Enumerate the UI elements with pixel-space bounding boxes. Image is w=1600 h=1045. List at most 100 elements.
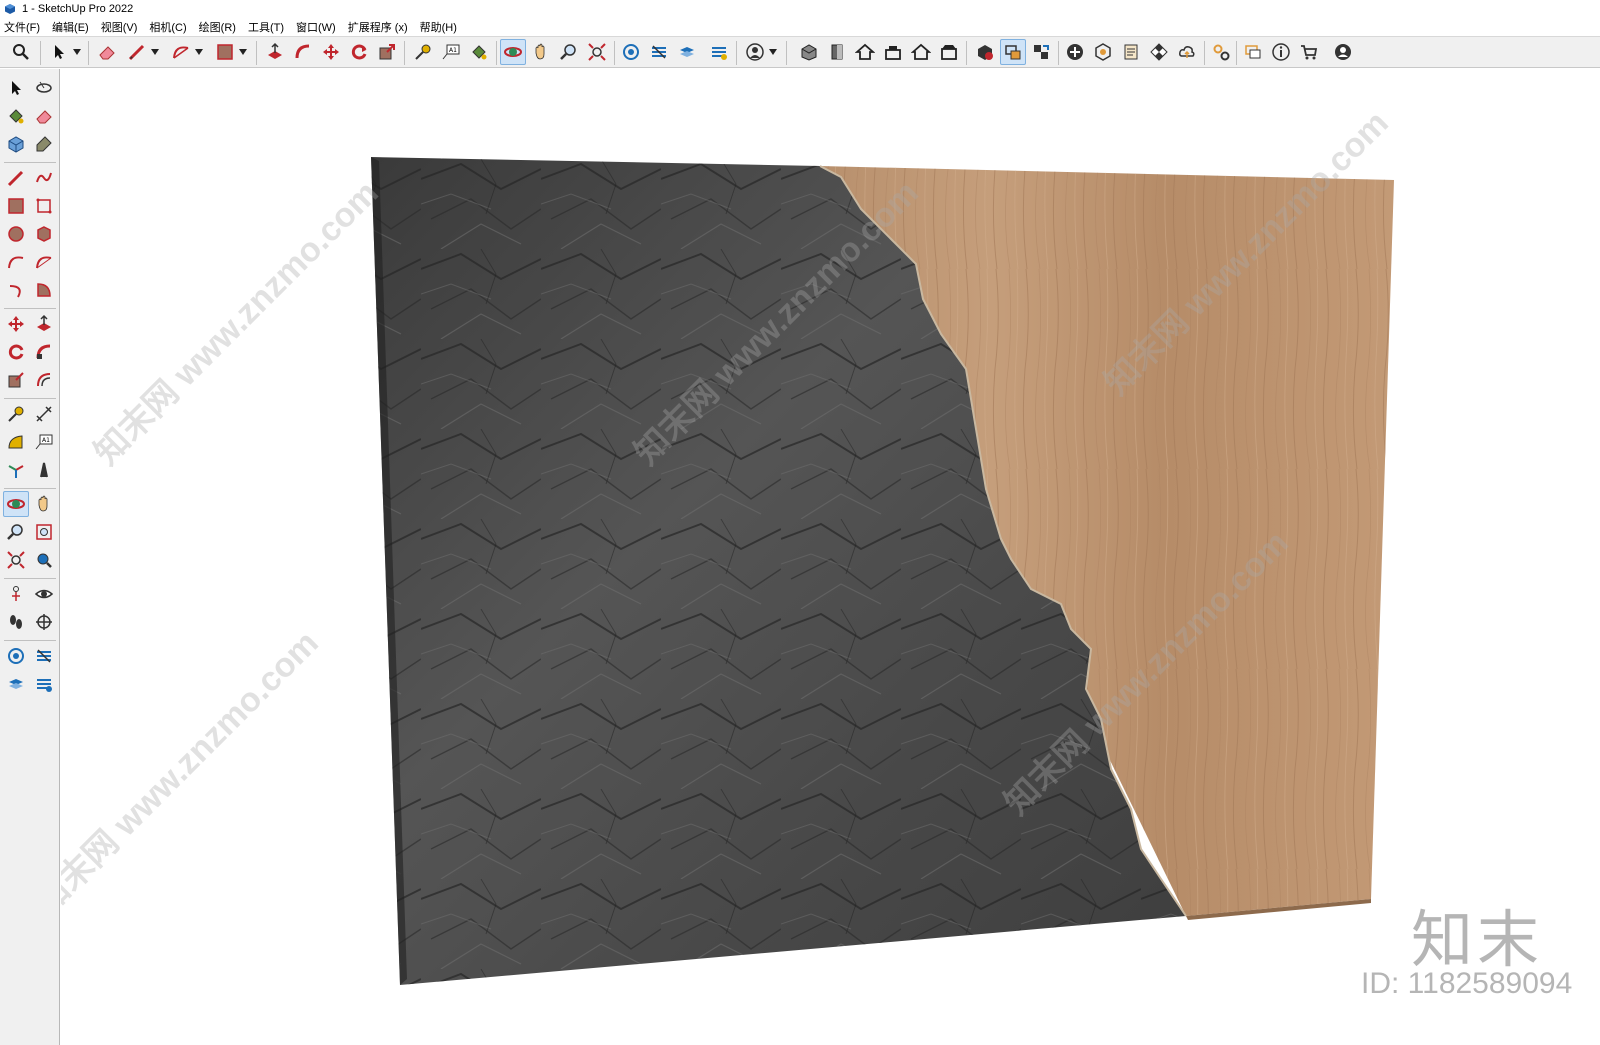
select-icon[interactable]: [46, 39, 72, 65]
user-icon[interactable]: [742, 39, 768, 65]
extension-warehouse-icon[interactable]: [972, 39, 998, 65]
back-view-icon[interactable]: [936, 39, 962, 65]
push-pull-icon[interactable]: [262, 39, 288, 65]
style-icon[interactable]: [1000, 39, 1026, 65]
dimension-icon[interactable]: [31, 401, 57, 427]
arc-icon[interactable]: [168, 39, 194, 65]
right-view-icon[interactable]: [908, 39, 934, 65]
offset-icon[interactable]: [31, 367, 57, 393]
section-plane-icon[interactable]: [3, 643, 29, 669]
position-camera-icon[interactable]: [3, 581, 29, 607]
axes-icon[interactable]: [3, 457, 29, 483]
message-icon[interactable]: [1240, 39, 1266, 65]
rectangle-dropdown-icon[interactable]: [238, 39, 248, 65]
menu-window[interactable]: 窗口(W): [296, 19, 336, 35]
model-viewport[interactable]: 知末网 www.znzmo.com 知末网 www.znzmo.com 知末网 …: [61, 69, 1600, 1045]
section-fill-icon[interactable]: [706, 39, 732, 65]
line-icon[interactable]: [3, 165, 29, 191]
protractor-icon[interactable]: [3, 429, 29, 455]
section-display-icon[interactable]: [31, 643, 57, 669]
text-icon[interactable]: A1: [31, 429, 57, 455]
eraser-icon[interactable]: [31, 103, 57, 129]
zoom-icon[interactable]: [556, 39, 582, 65]
tape-measure-icon[interactable]: [410, 39, 436, 65]
zoom-extents-icon[interactable]: [3, 547, 29, 573]
info-icon[interactable]: [1268, 39, 1294, 65]
section-cut-icon[interactable]: [674, 39, 700, 65]
menu-view[interactable]: 视图(V): [101, 19, 138, 35]
polygon-icon[interactable]: [31, 221, 57, 247]
component-icon[interactable]: [3, 131, 29, 157]
menu-tools[interactable]: 工具(T): [248, 19, 284, 35]
cloud-icon[interactable]: [1174, 39, 1200, 65]
orbit-icon[interactable]: [3, 491, 29, 517]
three-point-arc-icon[interactable]: [3, 277, 29, 303]
text-label-icon[interactable]: A1: [438, 39, 464, 65]
user-dropdown-icon[interactable]: [768, 39, 778, 65]
move-icon[interactable]: [318, 39, 344, 65]
cart-icon[interactable]: [1296, 39, 1322, 65]
arc-dropdown-icon[interactable]: [194, 39, 204, 65]
menu-edit[interactable]: 编辑(E): [52, 19, 89, 35]
model-info-icon[interactable]: [1118, 39, 1144, 65]
arc-icon[interactable]: [3, 249, 29, 275]
pan-icon[interactable]: [31, 491, 57, 517]
pie-icon[interactable]: [31, 277, 57, 303]
menu-draw[interactable]: 绘图(R): [199, 19, 236, 35]
iso-view-icon[interactable]: [824, 39, 850, 65]
rectangle-icon[interactable]: [3, 193, 29, 219]
select-icon[interactable]: [3, 75, 29, 101]
account-icon[interactable]: [1330, 39, 1356, 65]
settings-icon[interactable]: [1208, 39, 1234, 65]
tape-measure-icon[interactable]: [3, 401, 29, 427]
eraser-icon[interactable]: [94, 39, 120, 65]
pencil-dropdown-icon[interactable]: [150, 39, 160, 65]
select-dropdown-icon[interactable]: [72, 39, 82, 65]
add-icon[interactable]: [1062, 39, 1088, 65]
section-plane-2-icon[interactable]: [31, 609, 57, 635]
pencil-line-icon[interactable]: [124, 39, 150, 65]
pan-icon[interactable]: [528, 39, 554, 65]
section-plane-icon[interactable]: [618, 39, 644, 65]
3d-text-icon[interactable]: [31, 457, 57, 483]
paint-bucket-icon[interactable]: [466, 39, 492, 65]
checker-icon[interactable]: [1146, 39, 1172, 65]
rotate-icon[interactable]: [3, 339, 29, 365]
push-pull-icon[interactable]: [31, 311, 57, 337]
walk-icon[interactable]: [3, 609, 29, 635]
two-point-arc-icon[interactable]: [31, 249, 57, 275]
warehouse-icon[interactable]: [796, 39, 822, 65]
menu-camera[interactable]: 相机(C): [149, 19, 186, 35]
menu-help[interactable]: 帮助(H): [420, 19, 457, 35]
section-cut-icon[interactable]: [3, 671, 29, 697]
orbit-small-icon[interactable]: [31, 75, 57, 101]
tag-icon[interactable]: [31, 131, 57, 157]
front-view-icon[interactable]: [880, 39, 906, 65]
orbit-icon[interactable]: [500, 39, 526, 65]
menu-extensions[interactable]: 扩展程序 (x): [348, 19, 408, 35]
scale-icon[interactable]: [374, 39, 400, 65]
rectangle-icon[interactable]: [212, 39, 238, 65]
search-icon[interactable]: [8, 39, 34, 65]
previous-view-icon[interactable]: [31, 547, 57, 573]
zoom-window-icon[interactable]: [31, 519, 57, 545]
freehand-icon[interactable]: [31, 165, 57, 191]
circle-icon[interactable]: [3, 221, 29, 247]
look-around-icon[interactable]: [31, 581, 57, 607]
rotated-rectangle-icon[interactable]: [31, 193, 57, 219]
follow-me-icon[interactable]: [290, 39, 316, 65]
section-fill-icon[interactable]: [31, 671, 57, 697]
menu-file[interactable]: 文件(F): [4, 19, 40, 35]
move-icon[interactable]: [3, 311, 29, 337]
paint-bucket-icon[interactable]: [3, 103, 29, 129]
top-view-icon[interactable]: [852, 39, 878, 65]
large-tool-set: A1: [0, 69, 60, 1045]
trimble-connect-icon[interactable]: [1090, 39, 1116, 65]
rotate-icon[interactable]: [346, 39, 372, 65]
zoom-icon[interactable]: [3, 519, 29, 545]
zoom-extents-icon[interactable]: [584, 39, 610, 65]
layout-icon[interactable]: [1028, 39, 1054, 65]
section-display-icon[interactable]: [646, 39, 672, 65]
scale-icon[interactable]: [3, 367, 29, 393]
follow-me-icon[interactable]: [31, 339, 57, 365]
